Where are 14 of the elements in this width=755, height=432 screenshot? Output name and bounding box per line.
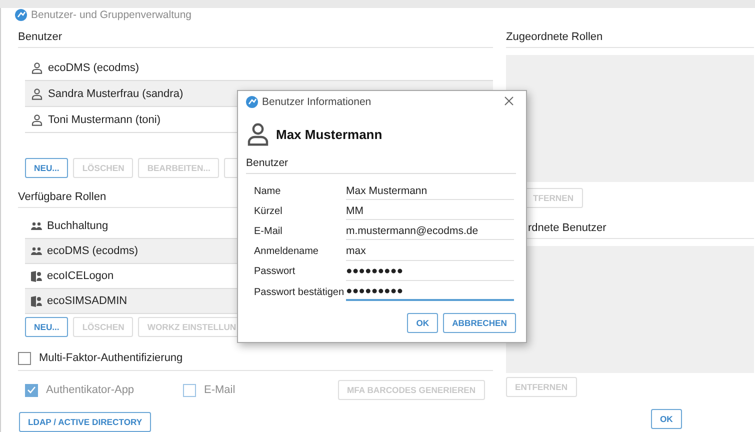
field-label: Passwort bestätigen bbox=[254, 286, 346, 298]
window-title: Benutzer- und Gruppenverwaltung bbox=[31, 8, 192, 20]
dialog-title: Benutzer Informationen bbox=[262, 96, 372, 108]
section-title: Zugeordnete Rollen bbox=[506, 31, 754, 48]
field-label: E-Mail bbox=[254, 226, 284, 237]
user-name: Max Mustermann bbox=[276, 126, 382, 142]
section-title: Benutzer bbox=[246, 157, 516, 174]
checkbox-label: E-Mail bbox=[204, 384, 236, 396]
field-label: Passwort bbox=[254, 266, 296, 278]
field-label: Kürzel bbox=[254, 206, 284, 217]
checkbox-label: Multi-Faktor-Authentifizierung bbox=[39, 352, 183, 364]
field-label: Anmeldename bbox=[254, 246, 320, 258]
section-title: Benutzer bbox=[18, 31, 493, 48]
checkbox-label: Authentikator-App bbox=[46, 384, 134, 396]
